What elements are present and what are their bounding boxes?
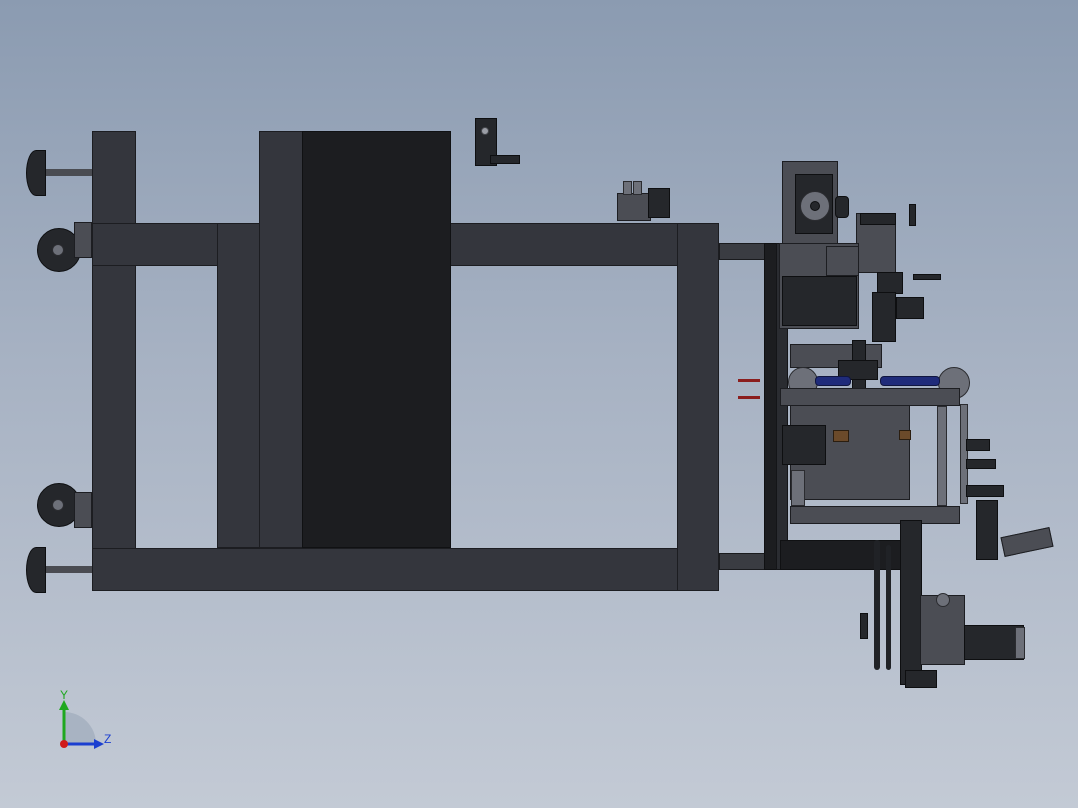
belt-carriage xyxy=(780,388,960,406)
cable-1 xyxy=(874,540,880,670)
leveling-foot-top[interactable] xyxy=(26,150,46,196)
triad-z-label: Z xyxy=(104,732,112,746)
cable-2 xyxy=(886,545,891,670)
chuck-center xyxy=(810,201,820,211)
motor-flange xyxy=(1015,627,1025,659)
motor-cap xyxy=(782,425,826,465)
foot-shaft-top xyxy=(44,169,92,176)
caster-hub-bottom xyxy=(52,499,64,511)
fitting-right xyxy=(913,274,941,280)
frame-bottom-rail[interactable] xyxy=(92,548,719,591)
guide-post-left[interactable] xyxy=(791,470,805,506)
connector-rail-bottom xyxy=(719,553,767,570)
leveling-foot-bottom[interactable] xyxy=(26,547,46,593)
valve-coil xyxy=(648,188,670,218)
sensor-bracket xyxy=(966,439,990,451)
arm-foot xyxy=(905,670,937,688)
caster-hub-top xyxy=(52,244,64,256)
sensor-block-2 xyxy=(966,485,1004,497)
caster-bracket-top xyxy=(74,222,92,258)
frame-inner-post[interactable] xyxy=(259,131,303,548)
solenoid-valve[interactable] xyxy=(617,193,651,221)
orientation-triad: Y Z xyxy=(50,688,130,758)
brown-plate-2 xyxy=(899,430,911,440)
frame-right-post[interactable] xyxy=(677,223,719,591)
connector-rail-top xyxy=(719,243,767,260)
cylinder-head xyxy=(896,297,924,319)
guide-post-right[interactable] xyxy=(937,406,947,506)
probe-rod-1 xyxy=(738,379,760,382)
brown-plate-1 xyxy=(833,430,849,442)
valve-fitting-1 xyxy=(623,181,632,195)
vertical-arm[interactable] xyxy=(900,520,922,685)
bracket-hole xyxy=(481,127,489,135)
lower-pulley xyxy=(936,593,950,607)
control-cabinet[interactable] xyxy=(302,131,451,548)
fitting-top xyxy=(909,204,916,226)
sensor-block xyxy=(966,459,996,469)
knob[interactable] xyxy=(835,196,849,218)
belt-left xyxy=(815,376,851,386)
triad-y-label: Y xyxy=(60,688,69,702)
cylinder-block[interactable] xyxy=(872,292,896,342)
small-fitting xyxy=(860,613,868,639)
chute[interactable] xyxy=(1000,527,1054,557)
foot-shaft-bottom xyxy=(44,566,92,573)
stepper-motor-upper[interactable] xyxy=(976,500,998,560)
side-arm-top xyxy=(860,213,896,225)
mid-housing-shadow xyxy=(782,276,857,326)
side-arm-foot xyxy=(877,272,903,294)
bracket-arm xyxy=(490,155,520,164)
lower-plate[interactable] xyxy=(790,506,960,524)
valve-fitting-2 xyxy=(633,181,642,195)
belt-right xyxy=(880,376,940,386)
probe-rod-2 xyxy=(738,396,760,399)
frame-mid-post[interactable] xyxy=(217,223,260,548)
caster-bracket-bottom xyxy=(74,492,92,528)
cad-viewport[interactable]: Y Z xyxy=(0,0,1078,808)
mid-housing-arm xyxy=(826,246,859,276)
frame-left-post[interactable] xyxy=(92,131,136,591)
